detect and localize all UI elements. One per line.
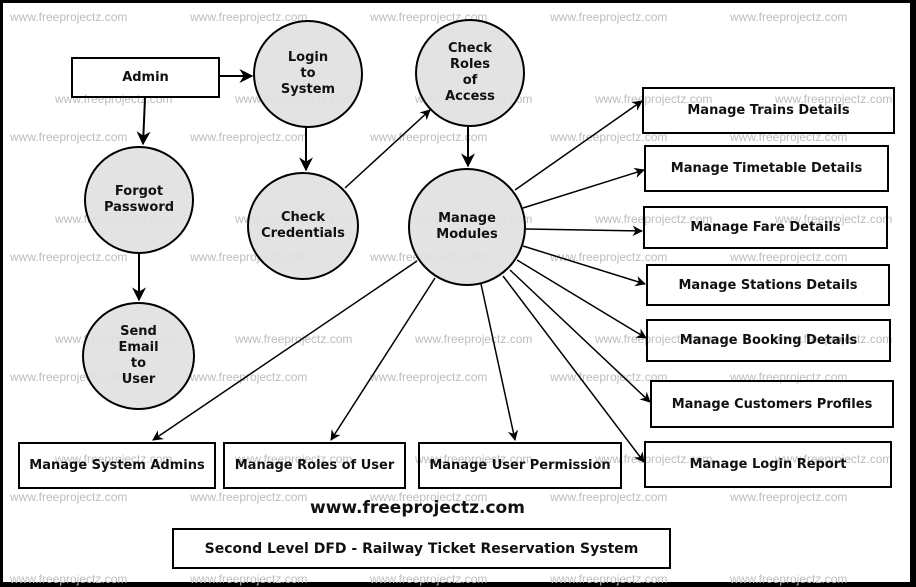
process-check-credentials[interactable]: Check Credentials — [247, 172, 359, 280]
module-login-report-label: Manage Login Report — [689, 457, 847, 472]
flow-admin-to-forgot — [136, 97, 151, 146]
module-timetable-label: Manage Timetable Details — [670, 161, 863, 176]
module-stations-label: Manage Stations Details — [678, 277, 858, 293]
process-check-roles-of-access[interactable]: Check Roles of Access — [415, 19, 525, 127]
flow-modules-to-permission — [480, 283, 519, 442]
process-send-email-to-user[interactable]: Send Email to User — [82, 302, 195, 410]
module-fare-label: Manage Fare Details — [690, 220, 841, 235]
module-manage-roles-of-user[interactable]: Manage Roles of User — [223, 442, 406, 489]
module-manage-login-report[interactable]: Manage Login Report — [644, 441, 892, 488]
module-manage-trains-details[interactable]: Manage Trains Details — [642, 87, 895, 134]
process-send-email-label: Send Email to User — [118, 324, 159, 387]
module-manage-customers-profiles[interactable]: Manage Customers Profiles — [650, 380, 894, 428]
flow-credentials-to-check-roles — [344, 109, 431, 189]
process-manage-modules[interactable]: Manage Modules — [408, 168, 526, 286]
module-customers-label: Manage Customers Profiles — [671, 396, 873, 412]
process-login-label: Login to System — [280, 50, 336, 97]
process-manage-modules-label: Manage Modules — [436, 211, 498, 242]
process-login-to-system[interactable]: Login to System — [253, 20, 363, 128]
flow-modules-to-booking — [516, 259, 647, 339]
module-system-admins-label: Manage System Admins — [29, 458, 205, 473]
entity-admin[interactable]: Admin — [71, 57, 220, 98]
flow-modules-to-fare — [525, 225, 644, 237]
module-trains-label: Manage Trains Details — [687, 103, 850, 118]
flow-modules-to-login-report — [502, 275, 645, 463]
entity-admin-label: Admin — [122, 70, 169, 85]
module-booking-label: Manage Booking Details — [679, 333, 858, 348]
diagram-title: Second Level DFD - Railway Ticket Reserv… — [172, 528, 671, 569]
module-manage-booking-details[interactable]: Manage Booking Details — [646, 319, 891, 362]
module-manage-system-admins[interactable]: Manage System Admins — [18, 442, 216, 489]
website-label: www.freeprojectz.com — [310, 498, 525, 518]
process-check-credentials-label: Check Credentials — [261, 210, 345, 241]
process-forgot-password-label: Forgot Password — [103, 184, 175, 215]
process-check-roles-label: Check Roles of Access — [445, 41, 495, 104]
module-manage-fare-details[interactable]: Manage Fare Details — [643, 206, 888, 249]
module-manage-user-permission[interactable]: Manage User Permission — [418, 442, 622, 489]
module-manage-timetable-details[interactable]: Manage Timetable Details — [644, 145, 889, 192]
process-forgot-password[interactable]: Forgot Password — [84, 146, 194, 254]
flow-modules-to-customers — [509, 269, 651, 403]
module-permission-label: Manage User Permission — [429, 458, 611, 473]
flow-modules-to-timetable — [522, 167, 646, 209]
module-manage-stations-details[interactable]: Manage Stations Details — [646, 264, 890, 306]
dfd-canvas: www.freeprojectz.com www.freeprojectz.com… — [0, 0, 916, 587]
module-roles-label: Manage Roles of User — [234, 458, 395, 473]
flow-modules-to-roles — [330, 277, 436, 441]
flow-modules-to-stations — [522, 245, 647, 287]
diagram-title-text: Second Level DFD - Railway Ticket Reserv… — [204, 540, 639, 557]
